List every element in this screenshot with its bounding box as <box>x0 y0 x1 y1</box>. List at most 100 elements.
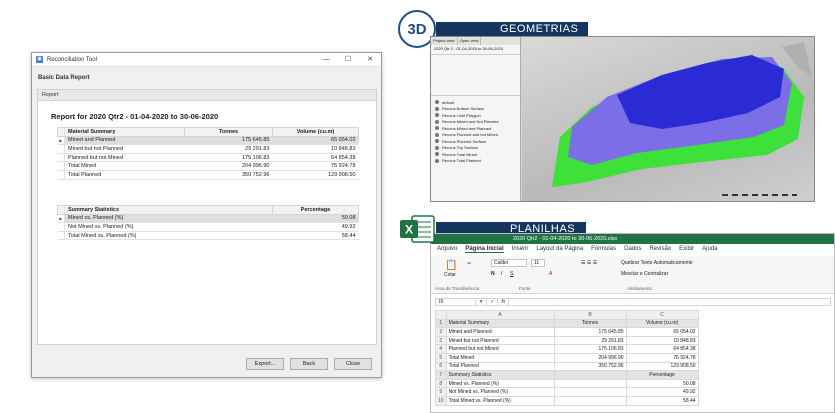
summary-statistics-table[interactable]: Summary Statistics Percentage ▶ Mined vs.… <box>57 205 359 241</box>
export-button[interactable]: Export... <box>246 358 284 370</box>
cell-material[interactable]: Mined but not Planned <box>64 144 185 154</box>
font-size-select[interactable]: 11 <box>531 259 545 267</box>
cell-tonnes[interactable]: 175 106.83 <box>184 153 273 163</box>
ribbon-tab[interactable]: Exibir <box>679 246 694 253</box>
cell-c[interactable]: 75 924.78 <box>625 352 699 363</box>
material-summary-table[interactable]: Material Summary Tonnes Volume (cu.m) ▶ M… <box>57 127 359 180</box>
cell-b[interactable]: 29 291.83 <box>553 335 627 346</box>
cell-statistic[interactable]: Mined vs. Planned (%) <box>64 214 273 224</box>
table-row[interactable]: ▶ Mined and Planned 175 645.85 65 054.02 <box>57 136 359 146</box>
sheet-row[interactable]: 4 Planned but not Mined 175 106.83 64 854.3… <box>435 344 699 354</box>
cell-volume[interactable]: 65 054.02 <box>272 136 359 146</box>
3d-viewport[interactable] <box>522 37 814 201</box>
row-number[interactable]: 4 <box>435 344 447 354</box>
tab-open-view[interactable]: Open view <box>458 37 482 45</box>
table-row[interactable]: Not Mined vs. Planned (%) 49.92 <box>57 222 359 232</box>
ribbon-tab[interactable]: Inserir <box>512 246 529 253</box>
cell-a[interactable]: Total Planned <box>445 361 555 372</box>
merge-center-button[interactable]: Mesclar e Centralizar <box>621 271 668 277</box>
sheet-row[interactable]: 5 Total Mined 204 996.90 75 924.78 <box>435 352 699 363</box>
table-row[interactable]: Planned but not Mined 175 106.83 64 854.38 <box>57 153 359 163</box>
cell-statistic[interactable]: Not Mined vs. Planned (%) <box>64 222 273 232</box>
row-number[interactable]: 9 <box>435 387 447 397</box>
cell-tonnes[interactable]: 175 645.85 <box>184 136 273 146</box>
italic-icon[interactable]: I <box>501 271 502 277</box>
table-row[interactable]: Total Planned 350 752.96 129 908.50 <box>57 170 359 180</box>
cell-c[interactable]: 49.92 <box>625 387 699 397</box>
cell-percentage[interactable]: 49.92 <box>272 222 359 232</box>
back-button[interactable]: Back <box>290 358 328 370</box>
cell-c[interactable]: Percentage <box>625 370 699 380</box>
cell-b[interactable]: 175 106.83 <box>553 344 627 354</box>
paste-icon[interactable]: 📋 <box>445 260 457 271</box>
cancel-icon[interactable]: ✕ <box>476 299 488 305</box>
cell-material[interactable]: Mined and Planned <box>64 136 185 146</box>
sheet-row[interactable]: 2 Mined and Planned 175 645.85 65 054.02 <box>435 327 699 337</box>
col-header-a[interactable]: A <box>445 310 555 320</box>
row-number[interactable]: 2 <box>435 327 447 337</box>
cell-b[interactable]: 350 752.96 <box>553 361 627 372</box>
ribbon-tab[interactable]: Arquivo <box>437 246 457 253</box>
cell-volume[interactable]: 10 848.83 <box>272 144 359 154</box>
cell-volume[interactable]: 75 924.78 <box>272 161 359 171</box>
cell-a[interactable]: Total Mined vs. Planned (%) <box>445 395 555 406</box>
row-number[interactable]: 6 <box>435 361 447 372</box>
cell-material[interactable]: Total Mined <box>64 161 185 171</box>
bold-icon[interactable]: N <box>491 271 495 277</box>
cell-material[interactable]: Total Planned <box>64 170 185 180</box>
underline-icon[interactable]: S <box>510 271 513 277</box>
row-number[interactable]: 1 <box>435 318 447 329</box>
cell-a[interactable]: Mined vs. Planned (%) <box>445 378 555 389</box>
col-percentage[interactable]: Percentage <box>272 205 359 215</box>
sheet-row[interactable]: 7 Summary Statistics Percentage <box>435 370 699 380</box>
ribbon-tab[interactable]: Dados <box>624 246 641 253</box>
cell-statistic[interactable]: Total Mined vs. Planned (%) <box>64 231 273 241</box>
col-header-c[interactable]: C <box>625 310 699 320</box>
col-volume[interactable]: Volume (cu.m) <box>272 127 359 137</box>
cell-b[interactable] <box>553 395 627 406</box>
ribbon-tab[interactable]: Página Inicial <box>465 246 504 253</box>
cell-b[interactable] <box>553 387 627 397</box>
align-icon[interactable]: ☰ ☰ ☰ <box>581 260 597 266</box>
row-number[interactable]: 10 <box>435 395 447 406</box>
ribbon-tab[interactable]: Fórmulas <box>591 246 616 253</box>
col-summary-statistics[interactable]: Summary Statistics <box>64 205 273 215</box>
cell-volume[interactable]: 129 908.50 <box>272 170 359 180</box>
maximize-icon[interactable]: ☐ <box>337 53 359 67</box>
sheet-row[interactable]: 10 Total Mined vs. Planned (%) 58.44 <box>435 395 699 406</box>
cell-b[interactable]: Tonnes <box>553 318 627 329</box>
sheet-row[interactable]: 3 Mined but not Planned 29 291.83 10 848.83 <box>435 335 699 346</box>
cell-b[interactable] <box>553 378 627 389</box>
spreadsheet-grid[interactable]: A B C 1 Material Summary Tonnes Volume (cu.… <box>435 310 699 406</box>
cell-c[interactable]: 65 054.02 <box>625 327 699 337</box>
row-number[interactable]: 7 <box>435 370 447 380</box>
cell-b[interactable]: 175 645.85 <box>553 327 627 337</box>
sheet-row[interactable]: 8 Mined vs. Planned (%) 50.08 <box>435 378 699 389</box>
cell-a[interactable]: Total Mined <box>445 352 555 363</box>
col-tonnes[interactable]: Tonnes <box>184 127 273 137</box>
cell-tonnes[interactable]: 350 752.96 <box>184 170 273 180</box>
cell-c[interactable]: 10 848.83 <box>625 335 699 346</box>
cell-volume[interactable]: 64 854.38 <box>272 153 359 163</box>
col-material-summary[interactable]: Material Summary <box>64 127 185 137</box>
cell-c[interactable]: 50.08 <box>625 378 699 389</box>
cell-a[interactable]: Mined and Planned <box>445 327 555 337</box>
cell-a[interactable]: Summary Statistics <box>445 370 555 380</box>
cell-tonnes[interactable]: 29 291.83 <box>184 144 273 154</box>
tab-project-view[interactable]: Project view <box>431 37 458 45</box>
wrap-text-button[interactable]: Quebrar Texto Automaticamente <box>621 260 693 266</box>
name-box[interactable]: I9 <box>436 299 476 305</box>
table-row[interactable]: Total Mined vs. Planned (%) 58.44 <box>57 231 359 241</box>
cell-c[interactable]: Volume (cu.m) <box>625 318 699 329</box>
sheet-row[interactable]: 1 Material Summary Tonnes Volume (cu.m) <box>435 318 699 329</box>
cell-c[interactable]: 129 908.50 <box>625 361 699 372</box>
cut-icon[interactable]: ✂ <box>467 261 471 267</box>
cell-b[interactable]: 204 996.90 <box>553 352 627 363</box>
cell-tonnes[interactable]: 204 996.90 <box>184 161 273 171</box>
minimize-icon[interactable]: — <box>315 53 337 67</box>
col-header-b[interactable]: B <box>553 310 627 320</box>
cell-a[interactable]: Material Summary <box>445 318 555 329</box>
cell-b[interactable] <box>553 370 627 380</box>
cell-a[interactable]: Not Mined vs. Planned (%) <box>445 387 555 397</box>
close-button[interactable]: Close <box>334 358 372 370</box>
